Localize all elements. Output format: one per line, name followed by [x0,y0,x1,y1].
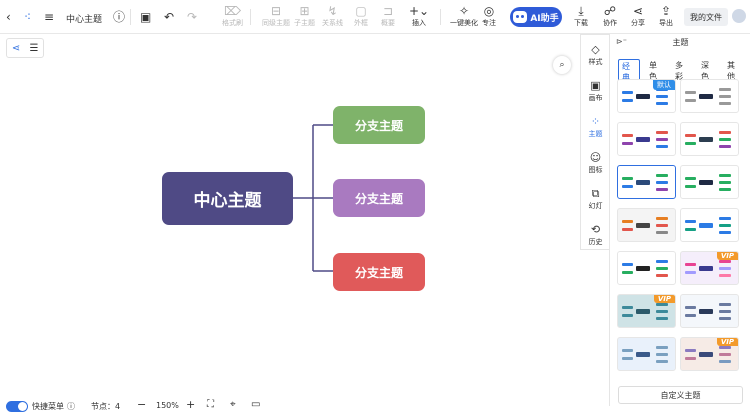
info-icon[interactable]: ⓘ [113,10,125,24]
summary-button[interactable]: ⊐ 概要 [381,4,395,28]
collaborate-icon: ☍ [603,4,617,18]
theme-thumbnail[interactable] [617,122,676,156]
locate-icon[interactable]: ⌖ [230,399,236,410]
robot-icon [513,11,528,23]
zoom-in-icon[interactable]: + [186,398,195,411]
insert-button[interactable]: +⌄ 插入 [409,4,429,28]
theme-panel: ⊳⁼ 主题 经典 单色 多彩 深色 其他 默认 VIP VIP VIP 自定义主题 [609,34,750,406]
menu-icon[interactable]: ≡ [44,10,54,24]
theme-thumbnail[interactable]: VIP [680,337,739,371]
vip-badge: VIP [716,338,738,346]
style-brush-button[interactable]: ⌦ 格式刷 [222,4,243,28]
back-icon[interactable]: ‹ [6,10,11,24]
theme-thumbnail[interactable] [680,208,739,242]
undo-icon[interactable]: ↶ [164,10,174,24]
theme-thumbnail[interactable] [617,165,676,199]
doc-title[interactable]: 中心主题 [66,12,102,25]
theme-thumbnail[interactable] [617,208,676,242]
magic-wand-icon: ✧ [458,4,470,18]
theme-thumbnail[interactable] [680,165,739,199]
center-topic-node[interactable]: 中心主题 [162,172,293,225]
vip-badge: VIP [653,295,675,303]
top-toolbar: ‹ ⁖ ≡ 中心主题 ⓘ ▣ ↶ ↷ ⌦ 格式刷 ⊟ 同级主题 ⊞ 子主题 ↯ 关系线 … [0,0,750,34]
theme-thumbnail[interactable] [680,79,739,113]
branch-topic-node[interactable]: 分支主题 [333,106,425,144]
minimap-icon[interactable]: ▭ [251,399,260,410]
panel-title: 主题 [672,37,689,47]
zoom-out-icon[interactable]: − [137,398,146,411]
export-icon: ⇪ [660,4,672,18]
default-badge: 默认 [653,80,675,90]
my-files-button[interactable]: 我的文件 [684,8,728,26]
branch-topic-node[interactable]: 分支主题 [333,253,425,291]
node-count: 节点： 4 [91,402,121,411]
theme-thumbnail[interactable]: VIP [680,251,739,285]
beautify-button[interactable]: ✧ 一键美化 [450,4,478,28]
fit-screen-icon[interactable]: ⛶ [207,399,214,410]
theme-thumbnail[interactable] [617,337,676,371]
focus-icon: ◎ [483,4,495,18]
sibling-topic-button[interactable]: ⊟ 同级主题 [262,4,290,28]
divider [440,9,441,25]
tab-history[interactable]: ⟲ 历史 [581,217,610,253]
divider [130,9,131,25]
brush-icon: ⌦ [224,4,241,18]
tab-icon[interactable]: ☺ 图标 [581,145,610,181]
avatar[interactable] [732,9,746,23]
smiley-icon: ☺ [589,151,602,164]
focus-button[interactable]: ◎ 专注 [482,4,496,28]
zoom-level[interactable]: 150% [156,401,179,410]
sibling-topic-icon: ⊟ [270,4,282,18]
theme-thumbnail[interactable] [680,122,739,156]
ai-assistant-button[interactable]: AI助手 [510,7,562,27]
summary-icon: ⊐ [382,4,394,18]
plus-icon: +⌄ [409,4,430,18]
side-tab-bar: ◇ 样式 ▣ 画布 ⁘ 主题 ☺ 图标 ⧉ 幻灯 ⟲ 历史 [580,34,609,250]
divider [250,9,251,25]
toggle-switch[interactable] [6,401,28,412]
share-button[interactable]: ⋖ 分享 [631,4,645,28]
vip-badge: VIP [716,252,738,260]
child-topic-icon: ⊞ [299,4,310,18]
mindmap-logo-icon: ⁖ [24,10,32,24]
bottom-status-bar: 快捷菜单 ⓘ 节点： 4 − 150% + ⛶ ⌖ ▭ [0,396,609,417]
relation-line-button[interactable]: ↯ 关系线 [322,4,343,28]
tab-canvas[interactable]: ▣ 画布 [581,73,610,109]
quick-menu-toggle[interactable]: 快捷菜单 ⓘ [6,401,75,412]
export-button[interactable]: ⇪ 导出 [659,4,673,28]
frame-icon: ▢ [355,4,367,18]
download-icon: ⤓ [578,4,584,18]
theme-thumbnail[interactable] [680,294,739,328]
share-icon: ⋖ [632,4,644,18]
mindmap-canvas[interactable]: 中心主题 分支主题 分支主题 分支主题 [0,34,580,396]
style-icon: ◇ [591,43,600,56]
canvas-icon: ▣ [590,79,601,92]
download-button[interactable]: ⤓ 下载 [574,4,588,28]
save-icon[interactable]: ▣ [140,10,151,24]
branch-topic-node[interactable]: 分支主题 [333,179,425,217]
tab-slides[interactable]: ⧉ 幻灯 [581,181,610,217]
collaborate-button[interactable]: ☍ 协作 [603,4,617,28]
slides-icon: ⧉ [591,187,600,200]
relation-icon: ↯ [327,4,338,18]
theme-icon: ⁘ [590,115,601,128]
theme-thumbnail[interactable] [617,251,676,285]
tab-theme[interactable]: ⁘ 主题 [581,109,610,145]
help-icon[interactable]: ⓘ [67,401,75,412]
custom-theme-button[interactable]: 自定义主题 [618,386,743,404]
history-icon: ⟲ [590,223,601,236]
tab-style[interactable]: ◇ 样式 [581,37,610,73]
theme-thumbnail[interactable]: VIP [617,294,676,328]
outline-frame-button[interactable]: ▢ 外框 [354,4,368,28]
child-topic-button[interactable]: ⊞ 子主题 [294,4,315,28]
theme-thumbnail[interactable]: 默认 [617,79,676,113]
redo-icon[interactable]: ↷ [187,10,197,24]
